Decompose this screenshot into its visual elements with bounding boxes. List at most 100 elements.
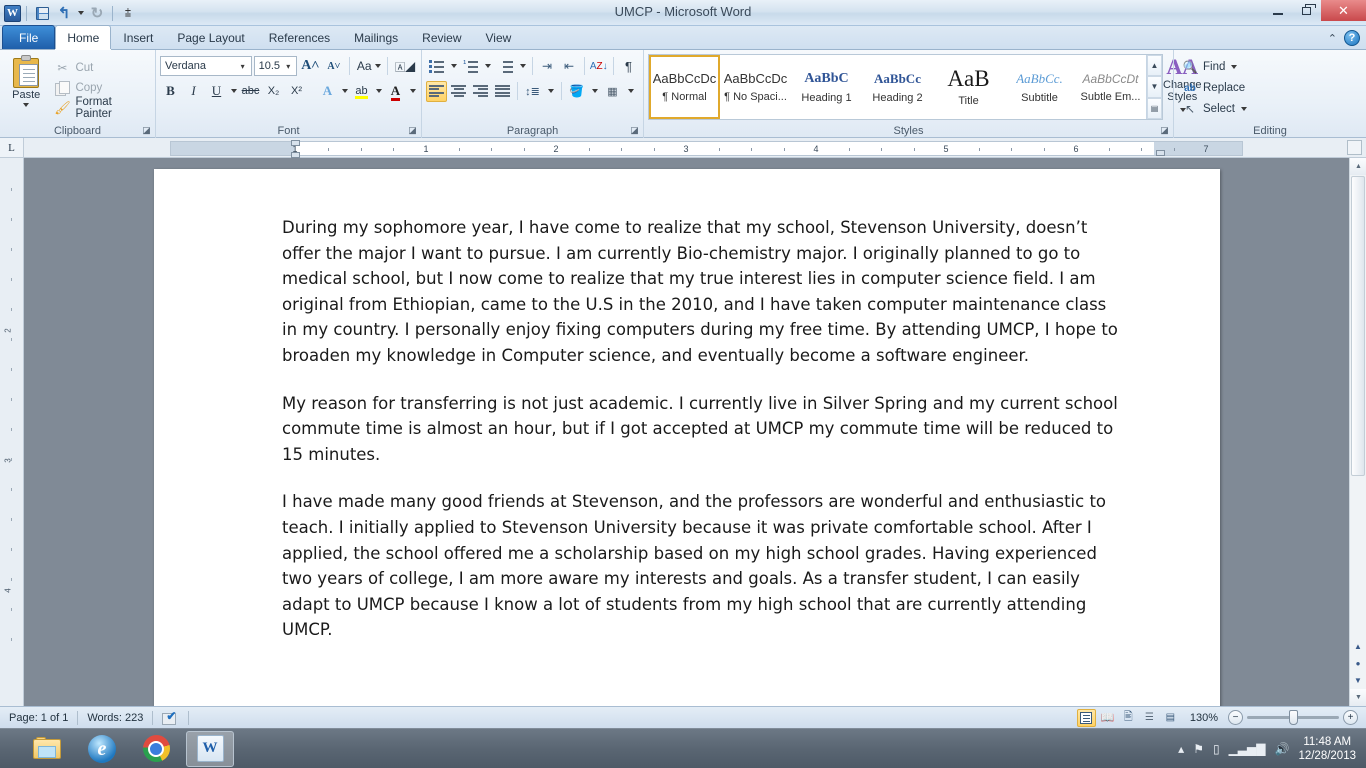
subscript-button[interactable]: X₂ xyxy=(263,81,284,102)
tab-references[interactable]: References xyxy=(257,26,342,49)
page-number-status[interactable]: Page: 1 of 1 xyxy=(0,707,77,729)
tab-page-layout[interactable]: Page Layout xyxy=(165,26,256,49)
proofing-status-button[interactable] xyxy=(153,707,188,729)
zoom-out-button[interactable]: − xyxy=(1228,710,1243,725)
taskbar-google-chrome[interactable] xyxy=(132,731,180,767)
align-left-button[interactable] xyxy=(426,80,447,102)
style-heading-2[interactable]: AaBbCc Heading 2 xyxy=(862,55,933,119)
grow-font-button[interactable]: A˄ xyxy=(299,56,321,77)
text-effects-dropdown[interactable] xyxy=(340,81,349,102)
borders-dropdown[interactable] xyxy=(624,81,637,102)
scroll-down-button[interactable]: ▼ xyxy=(1350,689,1366,706)
style-normal[interactable]: AaBbCcDc ¶ Normal xyxy=(649,55,720,119)
ruler-options-button[interactable] xyxy=(1347,140,1362,155)
borders-button[interactable]: ▦ xyxy=(602,81,623,102)
font-name-combo[interactable]: Verdana ▾ xyxy=(160,56,252,76)
justify-button[interactable] xyxy=(492,81,513,102)
taskbar-internet-explorer[interactable]: e xyxy=(78,731,126,767)
find-button[interactable]: 🔍 Find xyxy=(1178,58,1251,77)
increase-indent-button[interactable]: ⇤ xyxy=(559,56,580,77)
text-highlight-button[interactable]: ab xyxy=(351,81,372,102)
bold-button[interactable]: B xyxy=(160,81,181,102)
line-spacing-button[interactable]: ↕≣ xyxy=(522,81,543,102)
tab-insert[interactable]: Insert xyxy=(111,26,165,49)
multilevel-list-button[interactable] xyxy=(495,56,516,77)
tab-mailings[interactable]: Mailings xyxy=(342,26,410,49)
underline-button[interactable]: U xyxy=(206,81,227,102)
text-highlight-dropdown[interactable] xyxy=(374,81,383,102)
font-size-combo[interactable]: 10.5 ▾ xyxy=(253,56,298,76)
style-subtitle[interactable]: AaBbCc. Subtitle xyxy=(1004,55,1075,119)
numbering-button[interactable]: 1 xyxy=(460,56,481,77)
sort-button[interactable]: AZ↓ xyxy=(588,56,609,77)
bullets-button[interactable] xyxy=(426,56,447,77)
styles-dialog-launcher[interactable]: ◪ xyxy=(1159,125,1170,136)
styles-scroll-up-button[interactable]: ▲ xyxy=(1147,55,1162,77)
view-print-layout-button[interactable] xyxy=(1076,708,1096,727)
line-spacing-dropdown[interactable] xyxy=(544,81,557,102)
italic-button[interactable]: I xyxy=(183,81,204,102)
taskbar-microsoft-word[interactable]: W xyxy=(186,730,234,767)
tab-stop-selector[interactable]: L xyxy=(0,138,24,157)
styles-scroll-down-button[interactable]: ▼ xyxy=(1147,76,1162,98)
text-effects-button[interactable]: A xyxy=(317,81,338,102)
document-page[interactable]: During my sophomore year, I have come to… xyxy=(154,169,1220,706)
underline-dropdown[interactable] xyxy=(229,81,238,102)
paragraph-dialog-launcher[interactable]: ◪ xyxy=(629,125,640,136)
align-center-button[interactable] xyxy=(448,81,469,102)
style-heading-1[interactable]: AaBbC Heading 1 xyxy=(791,55,862,119)
styles-gallery-scrollbar[interactable]: ▲ ▼ ▤ xyxy=(1146,55,1162,119)
align-right-button[interactable] xyxy=(470,81,491,102)
action-center-flag-icon[interactable]: ⚑ xyxy=(1193,742,1204,756)
next-page-button[interactable]: ▼ xyxy=(1350,672,1366,689)
replace-button[interactable]: ab Replace xyxy=(1178,79,1251,98)
styles-more-button[interactable]: ▤ xyxy=(1147,97,1162,119)
paragraph-1[interactable]: During my sophomore year, I have come to… xyxy=(282,215,1125,369)
taskbar-windows-explorer[interactable] xyxy=(24,731,72,767)
decrease-indent-button[interactable]: ⇥ xyxy=(537,56,558,77)
font-dialog-launcher[interactable]: ◪ xyxy=(407,125,418,136)
volume-icon[interactable]: 🔊 xyxy=(1274,742,1289,756)
paste-button[interactable]: Paste xyxy=(4,53,48,123)
font-color-button[interactable]: A xyxy=(385,81,406,102)
clear-formatting-button[interactable]: 🄰◢ xyxy=(393,56,417,77)
tab-view[interactable]: View xyxy=(474,26,524,49)
chevron-down-icon[interactable] xyxy=(23,103,30,107)
select-browse-object-button[interactable]: ● xyxy=(1350,655,1366,672)
clipboard-dialog-launcher[interactable]: ◪ xyxy=(141,125,152,136)
view-full-screen-reading-button[interactable]: 📖 xyxy=(1098,709,1117,727)
view-draft-button[interactable]: ▤ xyxy=(1161,709,1180,727)
view-outline-button[interactable]: ☰ xyxy=(1140,709,1159,727)
zoom-in-button[interactable]: + xyxy=(1343,710,1358,725)
select-button[interactable]: ↖ Select xyxy=(1178,100,1251,119)
zoom-thumb[interactable] xyxy=(1289,710,1298,725)
paragraph-3[interactable]: I have made many good friends at Stevens… xyxy=(282,489,1125,643)
word-count-status[interactable]: Words: 223 xyxy=(78,707,152,729)
paragraph-2[interactable]: My reason for transferring is not just a… xyxy=(282,391,1125,468)
strikethrough-button[interactable]: abc xyxy=(240,81,261,102)
superscript-button[interactable]: X² xyxy=(286,81,307,102)
style-title[interactable]: AaB Title xyxy=(933,55,1004,119)
tab-review[interactable]: Review xyxy=(410,26,473,49)
help-icon[interactable]: ? xyxy=(1344,30,1360,46)
shading-button[interactable]: 🪣 xyxy=(566,81,587,102)
numbering-dropdown[interactable] xyxy=(482,56,493,77)
font-color-dropdown[interactable] xyxy=(408,81,417,102)
scrollbar-thumb[interactable] xyxy=(1351,176,1365,476)
zoom-track[interactable] xyxy=(1247,710,1339,725)
right-indent-marker[interactable] xyxy=(1156,150,1165,156)
view-web-layout-button[interactable]: 🖹 xyxy=(1119,709,1138,727)
vertical-scrollbar[interactable]: ▲ ▲ ● ▼ ▼ xyxy=(1349,158,1366,706)
format-painter-button[interactable]: 🖌 Format Painter xyxy=(51,96,151,120)
taskbar-clock[interactable]: 11:48 AM 12/28/2013 xyxy=(1298,735,1356,763)
shrink-font-button[interactable]: A˅ xyxy=(323,56,344,77)
cut-button[interactable]: ✂ Cut xyxy=(51,59,151,77)
previous-page-button[interactable]: ▲ xyxy=(1350,638,1366,655)
close-button[interactable]: ✕ xyxy=(1321,0,1366,21)
style-subtle-emphasis[interactable]: AaBbCcDt Subtle Em... xyxy=(1075,55,1146,119)
copy-button[interactable]: Copy xyxy=(51,79,151,97)
battery-icon[interactable]: ▯ xyxy=(1213,742,1220,756)
tab-file[interactable]: File xyxy=(2,25,56,49)
tab-home[interactable]: Home xyxy=(55,25,112,49)
network-signal-icon[interactable]: ▁▃▅▇ xyxy=(1229,742,1266,756)
